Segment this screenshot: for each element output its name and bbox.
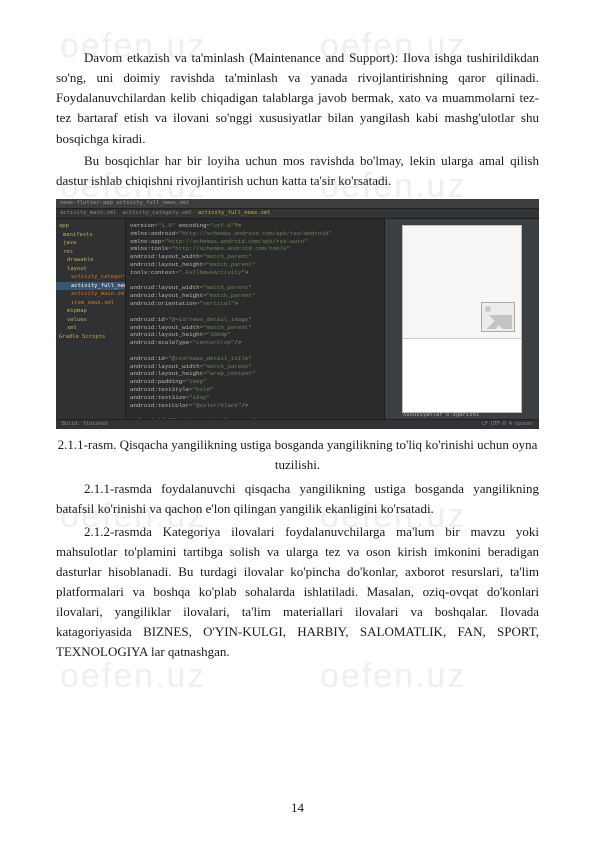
image-placeholder-icon xyxy=(481,302,515,332)
device-preview-top xyxy=(403,226,521,338)
tree-item[interactable]: drawable xyxy=(59,256,122,265)
code-line: android:layout_height="match_parent" xyxy=(130,261,380,269)
tree-item[interactable]: manifests xyxy=(59,231,122,240)
code-line: android:orientation="vertical"> xyxy=(130,300,380,308)
ide-screenshot: news-flutter-app activity_full_news.xml … xyxy=(56,199,539,429)
tree-item[interactable]: xml xyxy=(59,324,122,333)
ide-editor-tabs: activity_main.xml activity_category.xml … xyxy=(56,209,539,219)
page-content: Davom etkazish va ta'minlash (Maintenanc… xyxy=(56,48,539,663)
code-line: android:layout_width="match_parent" xyxy=(130,284,380,292)
tree-item[interactable]: layout xyxy=(59,265,122,274)
code-line: android:layout_height="match_parent" xyxy=(130,292,380,300)
tree-item[interactable]: item_news.xml xyxy=(59,299,122,308)
code-line: android:padding="10dp" xyxy=(130,378,380,386)
tree-item[interactable]: mipmap xyxy=(59,307,122,316)
paragraph-1: Davom etkazish va ta'minlash (Maintenanc… xyxy=(56,48,539,149)
code-line xyxy=(130,277,380,285)
page-number: 14 xyxy=(0,798,595,818)
code-line xyxy=(130,409,380,417)
code-line xyxy=(130,347,380,355)
code-line: xmlns:tools="http://schemas.android.com/… xyxy=(130,245,380,253)
device-preview: Xususiyatlar o'zgarishi Render engine op… xyxy=(402,225,522,413)
tree-item[interactable]: java xyxy=(59,239,122,248)
preview-hint-title: Xususiyatlar o'zgarishi xyxy=(403,412,539,419)
tree-item[interactable]: activity_full_news.xml xyxy=(56,282,125,291)
code-line: android:layout_height="300dp" xyxy=(130,331,380,339)
code-line: tools:context=".FullNewsActivity"> xyxy=(130,269,380,277)
toolbar-path: news-flutter-app activity_full_news.xml xyxy=(60,199,189,208)
code-line: android:scaleType="centerCrop"/> xyxy=(130,339,380,347)
ide-status-bar: Build: finished LF UTF-8 4 spaces xyxy=(56,419,539,429)
code-editor[interactable]: version="1.0" encoding="utf-8"?> xmlns:a… xyxy=(126,219,384,419)
paragraph-4: 2.1.2-rasmda Kategoriya ilovalari foydal… xyxy=(56,522,539,663)
code-line xyxy=(130,308,380,316)
editor-tab-active[interactable]: activity_full_news.xml xyxy=(198,209,271,218)
tree-item[interactable]: values xyxy=(59,316,122,325)
code-line: xmlns:app="http://schemas.android.com/ap… xyxy=(130,238,380,246)
code-line: xmlns:android="http://schemas.android.co… xyxy=(130,230,380,238)
ide-body: appmanifestsjavaresdrawablelayoutactivit… xyxy=(56,219,539,419)
paragraph-2: Bu bosqichlar har bir loyiha uchun mos r… xyxy=(56,151,539,191)
code-line: android:textSize="18sp" xyxy=(130,394,380,402)
editor-tab[interactable]: activity_main.xml xyxy=(60,209,116,218)
layout-preview-panel: Xususiyatlar o'zgarishi Render engine op… xyxy=(384,219,539,419)
code-line: android:id="@+id/news_detail_image" xyxy=(130,316,380,324)
status-left: Build: finished xyxy=(62,421,107,429)
code-line: android:id="@+id/news_detail_title" xyxy=(130,355,380,363)
tree-item[interactable]: app xyxy=(59,222,122,231)
figure-caption: 2.1.1-rasm. Qisqacha yangilikning ustiga… xyxy=(56,435,539,475)
code-line: android:textStyle="bold" xyxy=(130,386,380,394)
tree-item[interactable]: Gradle Scripts xyxy=(59,333,122,342)
project-tree[interactable]: appmanifestsjavaresdrawablelayoutactivit… xyxy=(56,219,126,419)
tree-item[interactable]: res xyxy=(59,248,122,257)
ide-toolbar: news-flutter-app activity_full_news.xml xyxy=(56,199,539,209)
editor-tab[interactable]: activity_category.xml xyxy=(122,209,192,218)
code-line: android:layout_height="wrap_content" xyxy=(130,370,380,378)
paragraph-3: 2.1.1-rasmda foydalanuvchi qisqacha yang… xyxy=(56,479,539,519)
tree-item[interactable]: activity_main.xml xyxy=(59,290,122,299)
code-line: android:layout_width="match_parent" xyxy=(130,324,380,332)
status-right: LF UTF-8 4 spaces xyxy=(482,421,533,429)
preview-hint: Xususiyatlar o'zgarishi Render engine op… xyxy=(403,412,539,419)
code-line: android:layout_width="match_parent" xyxy=(130,253,380,261)
code-line: android:textColor="@color/black"/> xyxy=(130,402,380,410)
device-preview-bottom xyxy=(403,338,521,412)
code-line: version="1.0" encoding="utf-8"?> xyxy=(130,222,380,230)
tree-item[interactable]: activity_category.xml xyxy=(59,273,122,282)
code-line: android:layout_width="match_parent" xyxy=(130,363,380,371)
